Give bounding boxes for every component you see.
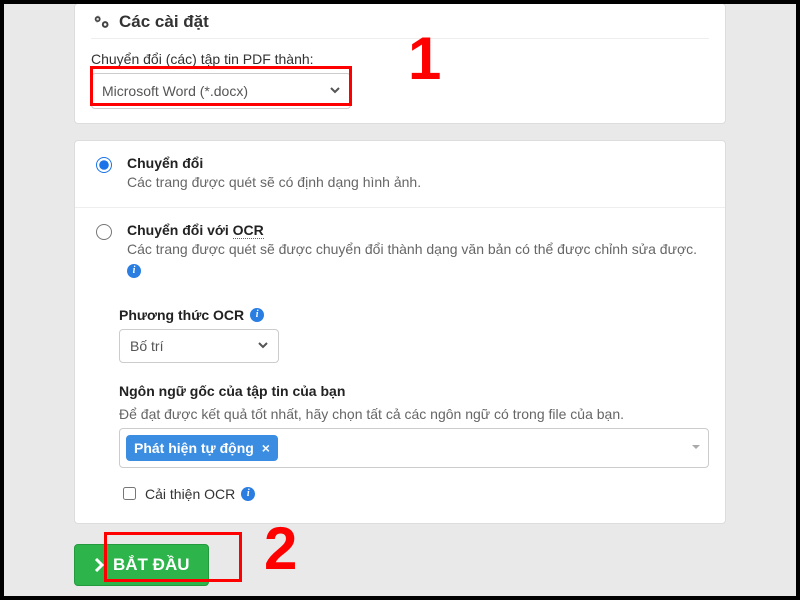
radio-ocr[interactable] bbox=[96, 224, 112, 240]
radio-convert[interactable] bbox=[96, 157, 112, 173]
format-select-value: Microsoft Word (*.docx) bbox=[102, 83, 248, 99]
ocr-sub-settings: Phương thức OCR i Bố trí Ngôn ngữ gốc củ… bbox=[75, 307, 725, 524]
option-convert-title: Chuyển đổi bbox=[127, 155, 421, 171]
ocr-lang-label: Ngôn ngữ gốc của tập tin của bạn bbox=[119, 383, 709, 399]
ocr-lang-desc: Để đạt được kết quả tốt nhất, hãy chọn t… bbox=[119, 405, 709, 425]
format-select[interactable]: Microsoft Word (*.docx) bbox=[91, 73, 351, 109]
improve-ocr-label: Cải thiện OCR bbox=[145, 486, 235, 502]
language-chip: Phát hiện tự động × bbox=[126, 435, 278, 461]
start-row: BẮT ĐẦU bbox=[74, 544, 726, 596]
option-ocr[interactable]: Chuyển đổi với OCR Các trang được quét s… bbox=[75, 208, 725, 293]
settings-card: Các cài đặt Chuyển đổi (các) tập tin PDF… bbox=[74, 3, 726, 124]
settings-header: Các cài đặt bbox=[91, 4, 709, 39]
info-icon[interactable]: i bbox=[250, 308, 264, 322]
option-ocr-title: Chuyển đổi với OCR bbox=[127, 222, 709, 238]
ocr-method-value: Bố trí bbox=[130, 338, 163, 354]
ocr-method-label: Phương thức OCR i bbox=[119, 307, 709, 323]
ocr-method-select[interactable]: Bố trí bbox=[119, 329, 279, 363]
option-ocr-title-term: OCR bbox=[233, 222, 264, 239]
start-button-label: BẮT ĐẦU bbox=[113, 555, 190, 575]
ocr-language-multiselect[interactable]: Phát hiện tự động × bbox=[119, 428, 709, 468]
language-chip-label: Phát hiện tự động bbox=[134, 440, 254, 456]
start-button[interactable]: BẮT ĐẦU bbox=[74, 544, 209, 586]
gears-icon bbox=[91, 14, 111, 30]
caret-down-icon bbox=[690, 440, 702, 456]
info-icon[interactable]: i bbox=[241, 487, 255, 501]
settings-title: Các cài đặt bbox=[119, 12, 209, 32]
option-ocr-title-prefix: Chuyển đổi với bbox=[127, 222, 233, 238]
info-icon[interactable]: i bbox=[127, 264, 141, 278]
option-convert-desc: Các trang được quét sẽ có định dạng hình… bbox=[127, 173, 421, 193]
format-select-wrap[interactable]: Microsoft Word (*.docx) bbox=[91, 73, 351, 109]
convert-label: Chuyển đổi (các) tập tin PDF thành: bbox=[91, 51, 709, 67]
ocr-method-select-wrap[interactable]: Bố trí bbox=[119, 329, 279, 363]
remove-chip-icon[interactable]: × bbox=[262, 440, 270, 456]
convert-options-card: Chuyển đổi Các trang được quét sẽ có địn… bbox=[74, 140, 726, 524]
chevron-right-icon bbox=[93, 558, 105, 572]
improve-ocr-row[interactable]: Cải thiện OCR i bbox=[119, 484, 709, 503]
improve-ocr-checkbox[interactable] bbox=[123, 487, 136, 500]
option-convert[interactable]: Chuyển đổi Các trang được quét sẽ có địn… bbox=[75, 141, 725, 207]
option-ocr-desc: Các trang được quét sẽ được chuyển đổi t… bbox=[127, 240, 709, 279]
